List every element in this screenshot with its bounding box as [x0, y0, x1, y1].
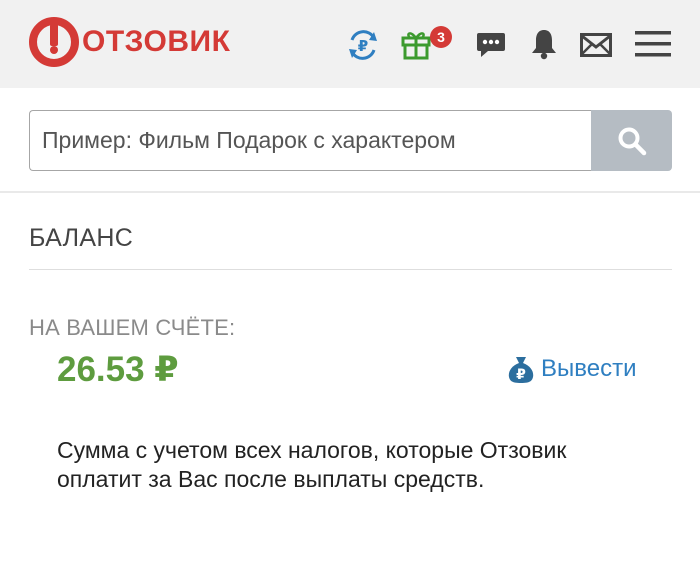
svg-text:₽: ₽ [516, 367, 526, 383]
search-button[interactable] [591, 110, 672, 171]
account-label: НА ВАШЕМ СЧЁТЕ: [29, 315, 236, 340]
money-bag-icon: ₽ [508, 357, 534, 383]
ruble-exchange-icon: ₽ [349, 30, 377, 60]
site-logo[interactable]: ОТЗОВИК [28, 16, 230, 68]
notifications-button[interactable] [527, 26, 561, 62]
balance-amount: 26.53 ₽ [57, 350, 179, 389]
ruble-exchange-button[interactable]: ₽ [344, 28, 382, 62]
balance-note: Сумма с учетом всех налогов, которые Отз… [57, 437, 567, 492]
search-input[interactable] [29, 110, 591, 171]
search-icon [618, 127, 646, 155]
bell-icon [532, 30, 556, 60]
page-title: БАЛАНС [29, 224, 134, 252]
chat-icon [477, 33, 505, 57]
withdraw-button[interactable]: ₽ Вывести [507, 354, 636, 384]
section-divider [29, 269, 672, 270]
logo-mark-icon [29, 17, 79, 67]
search-bar [0, 88, 700, 193]
gift-count-badge: 3 [430, 26, 452, 48]
top-bar: ОТЗОВИК ₽ 3 [0, 0, 700, 88]
gift-icon [401, 32, 431, 60]
menu-button[interactable] [632, 26, 674, 62]
menu-icon [635, 31, 671, 57]
chat-button[interactable] [472, 28, 510, 62]
gift-button[interactable] [398, 26, 434, 62]
mail-button[interactable] [578, 30, 614, 60]
withdraw-label: Вывести [541, 355, 637, 382]
logo-text: ОТЗОВИК [82, 25, 231, 58]
mail-icon [580, 33, 612, 57]
svg-text:₽: ₽ [358, 37, 368, 55]
